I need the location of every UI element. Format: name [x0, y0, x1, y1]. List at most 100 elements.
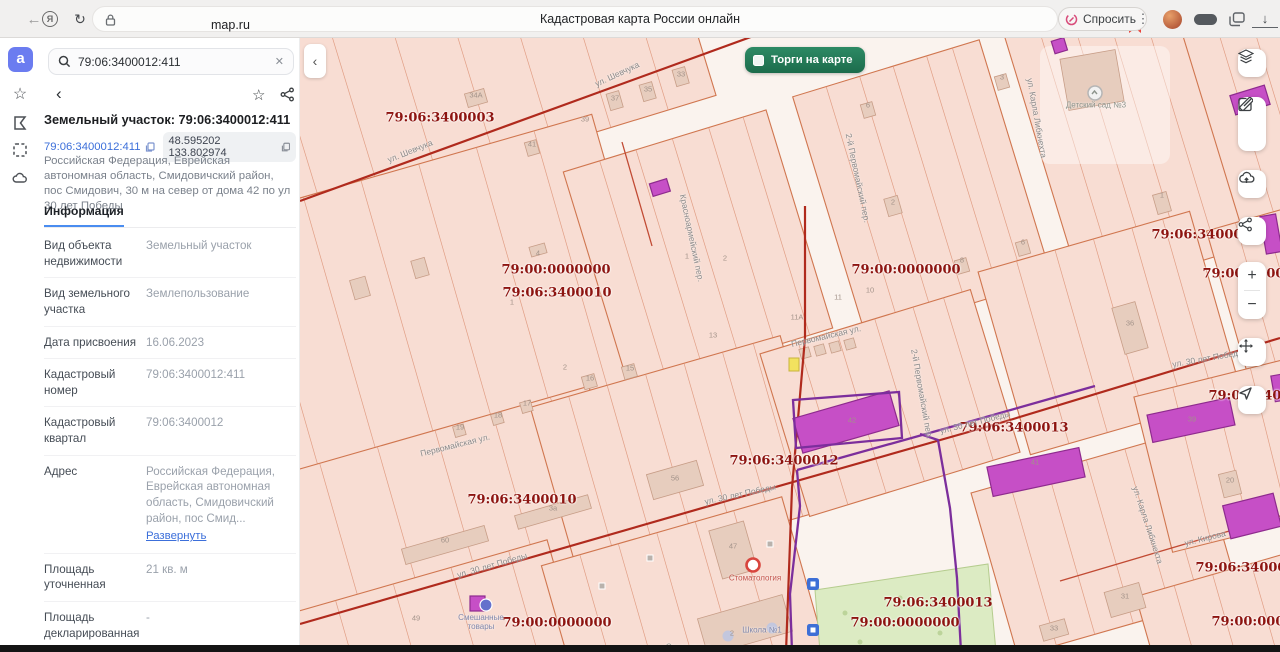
share-icon[interactable] [280, 87, 295, 102]
search-box[interactable]: ✕ [48, 48, 294, 75]
edit-button[interactable] [1238, 97, 1266, 151]
info-row: Вид земельного участка Землепользование [44, 278, 296, 327]
draw-tools-group [1238, 97, 1266, 151]
street-label: ул. Кирова [1183, 528, 1227, 548]
quarter-label: 79:06:3400010 [467, 492, 577, 508]
info-row: Кадастровый номер 79:06:3400012:411 [44, 359, 296, 408]
building-number-label: 20 [1225, 475, 1235, 485]
cadastral-number-link[interactable]: 79:06:3400012:411 [44, 141, 155, 153]
tab-information[interactable]: Информация [44, 204, 124, 227]
info-row: Площадь декларированная - [44, 602, 296, 651]
clear-search-icon[interactable]: ✕ [275, 55, 284, 68]
ask-pen-icon [1065, 13, 1078, 25]
building-number-label: 33 [1049, 623, 1059, 633]
poi-label: Стоматология [728, 573, 782, 583]
street-label: Красноармейский пер. [677, 193, 707, 283]
building-number-label: 17 [522, 398, 532, 408]
select-region-icon[interactable] [11, 141, 29, 159]
back-chevron-icon[interactable]: ‹ [56, 84, 62, 104]
collapse-panel-button[interactable]: ‹ [304, 44, 326, 78]
building-number-label: 4 [535, 248, 541, 258]
share-icon [1238, 217, 1252, 232]
info-row-value: 79:06:3400012 [146, 416, 224, 430]
street-label: 2-й Первомайский пер. [843, 132, 873, 224]
street-label: ул. 30 лет Победы [703, 481, 777, 507]
quarter-label: 79:06:3400013 [883, 595, 993, 611]
building-number-label: 1 [509, 297, 515, 307]
download-icon[interactable]: ↓ [1252, 10, 1278, 28]
map-canvas[interactable]: 79:06:3400003 79:00:0000000 79:06:3400010 7… [300, 38, 1280, 652]
widget-pill-icon[interactable] [1194, 14, 1217, 25]
browser-toolbar: ← Я ↻ map.ru Кадастровая карта России он… [0, 0, 1280, 38]
info-row-label: Кадастровый номер [44, 368, 116, 397]
building-number-label: 35 [643, 84, 653, 94]
share-map-button[interactable] [1238, 217, 1266, 245]
street-label: ул. Карла Либкнехта [1025, 77, 1049, 159]
edit-pencil-icon [1238, 97, 1252, 112]
building-number-label: 31 [1120, 591, 1130, 601]
poi-label: Школа №1 [742, 625, 782, 635]
copy-icon [281, 142, 290, 151]
building-number-label: 2 [722, 253, 728, 263]
favorite-star-icon[interactable]: ☆ [252, 86, 265, 104]
layers-icon [1238, 49, 1254, 64]
layers-button[interactable] [1238, 49, 1266, 77]
poi-label: Детский сад №3 [1065, 100, 1127, 110]
pan-button[interactable] [1238, 338, 1266, 366]
info-row: Вид объекта недвижимости Земельный участо… [44, 230, 296, 279]
info-row-label: Дата присвоения [44, 335, 136, 349]
building-number-label: 56 [670, 473, 680, 483]
quarter-label: 79:00:0000000 [850, 615, 960, 631]
cloud-upload-button[interactable] [1238, 170, 1266, 198]
building-number-label: 11А [790, 312, 804, 322]
dashed-square-icon [13, 143, 27, 157]
building-number-label: 42 [847, 415, 857, 425]
info-row-value: Российская Федерация, Еврейская автономн… [146, 464, 296, 545]
ask-label: Спросить [1083, 12, 1136, 26]
building-number-label: 15 [625, 363, 635, 373]
search-icon [58, 55, 71, 68]
cloud-icon[interactable] [11, 169, 29, 187]
menu-dots-icon[interactable]: ⋮ [1134, 0, 1152, 38]
street-label: Первомайская ул. [790, 323, 862, 349]
address-bar[interactable]: map.ru [92, 6, 1141, 33]
expand-address-link[interactable]: Развернуть [146, 529, 206, 544]
map-labels: 79:06:3400003 79:00:0000000 79:06:3400010 7… [300, 38, 1280, 652]
info-row-label: Кадастровый квартал [44, 416, 116, 446]
street-label: Первомайская ул. [419, 431, 491, 459]
info-rows: Вид объекта недвижимости Земельный участо… [44, 230, 296, 652]
building-number-label: 36 [1125, 318, 1135, 328]
building-number-label: 60 [440, 535, 450, 545]
trades-checkbox[interactable] [753, 54, 764, 66]
pan-arrows-icon [1239, 339, 1253, 353]
zoom-in-button[interactable]: + [1238, 262, 1266, 290]
lock-icon [105, 14, 116, 26]
locate-me-button[interactable] [1238, 386, 1266, 414]
street-label: 2-й Первомайский пер. [909, 348, 935, 440]
info-row-value: Землепользование [146, 287, 250, 301]
building-number-label: 1 [684, 251, 690, 261]
left-rail: a ☆ [0, 38, 40, 652]
area-measure-icon[interactable] [11, 114, 29, 132]
zoom-control: + − [1238, 262, 1266, 319]
building-number-label: 11 [834, 292, 842, 302]
search-input[interactable] [78, 54, 268, 69]
building-number-label: 1 [1159, 190, 1165, 200]
favorites-star-icon[interactable]: ☆ [11, 86, 29, 104]
tabs-panel-icon[interactable] [1224, 0, 1250, 38]
location-arrow-icon [1239, 387, 1252, 400]
info-row-value: Земельный участок [146, 239, 252, 252]
cloud-glyph [12, 172, 27, 183]
building-number-label: 13 [708, 330, 718, 340]
trades-on-map-button[interactable]: Торги на карте [745, 47, 865, 73]
info-row: Адрес Российская Федерация, Еврейская авт… [44, 456, 296, 554]
app-logo[interactable]: a [8, 47, 33, 72]
refresh-icon[interactable]: ↻ [66, 0, 94, 38]
avatar[interactable] [1163, 10, 1182, 29]
info-row-label: Адрес [44, 464, 78, 478]
building-number-label: 49 [411, 613, 421, 623]
zoom-out-button[interactable]: − [1238, 291, 1266, 319]
info-row-label: Площадь уточненная [44, 562, 106, 592]
quarter-label: 79:06:3400003 [385, 110, 495, 126]
yandex-browser-icon[interactable]: Я [36, 0, 64, 38]
